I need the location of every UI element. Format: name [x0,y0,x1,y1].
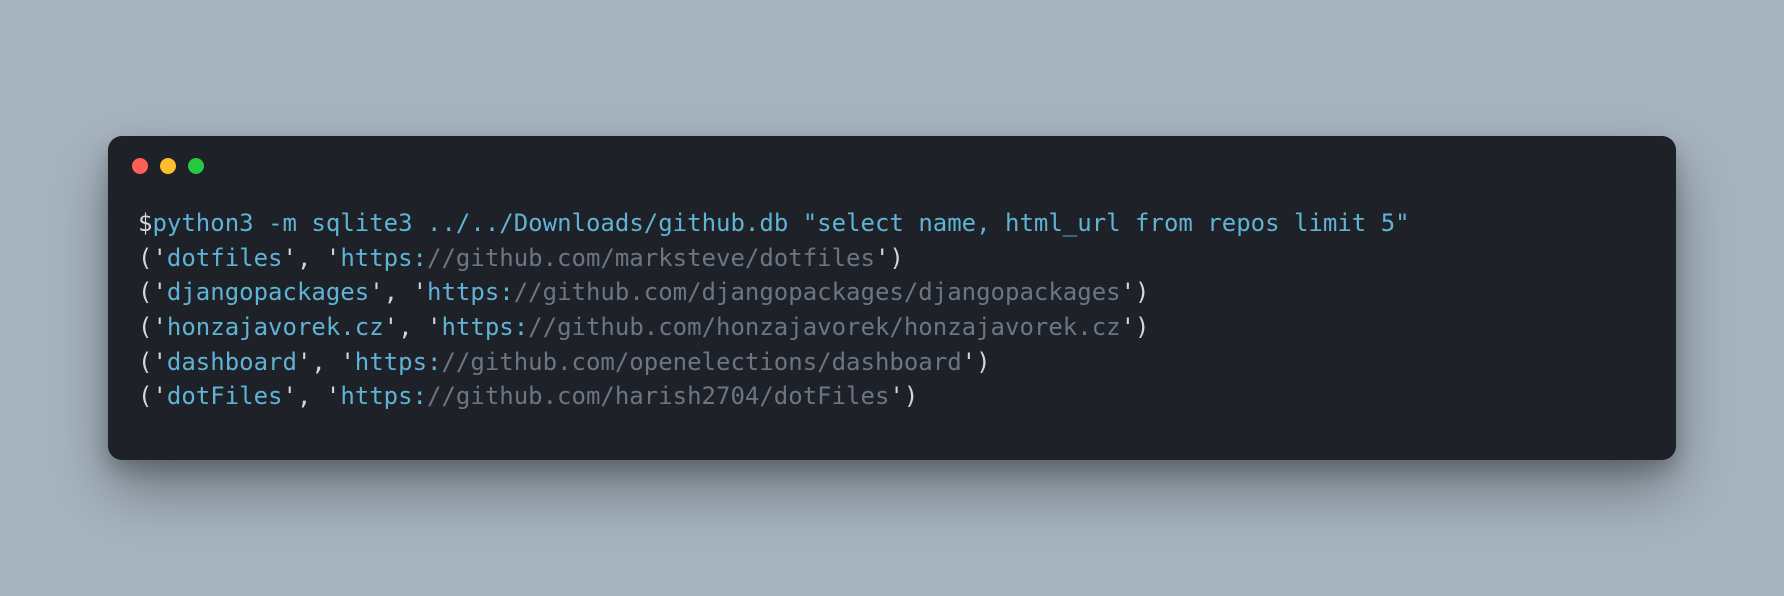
zoom-icon[interactable] [188,158,204,174]
minimize-icon[interactable] [160,158,176,174]
quote: ' [1121,278,1135,306]
url-scheme: https: [340,244,427,272]
comma: , [297,244,326,272]
url-scheme: https: [355,348,442,376]
url-scheme: https: [441,313,528,341]
close-paren: ) [904,382,918,410]
sql-query: "select name, html_url from repos limit … [803,209,1410,237]
quote: ' [326,244,340,272]
close-paren: ) [976,348,990,376]
output-row: ('dotfiles', 'https://github.com/markste… [138,241,1646,276]
quote: ' [297,348,311,376]
output-row: ('dotFiles', 'https://github.com/harish2… [138,379,1646,414]
open-paren: ( [138,278,152,306]
close-paren: ) [1135,313,1149,341]
output-row: ('dashboard', 'https://github.com/openel… [138,345,1646,380]
url-path: //github.com/djangopackages/djangopackag… [514,278,1121,306]
url-path: //github.com/marksteve/dotfiles [427,244,875,272]
quote: ' [1121,313,1135,341]
quote: ' [413,278,427,306]
quote: ' [152,313,166,341]
quote: ' [326,382,340,410]
output-row: ('honzajavorek.cz', 'https://github.com/… [138,310,1646,345]
quote: ' [889,382,903,410]
command-flag: -m [268,209,297,237]
open-paren: ( [138,244,152,272]
quote: ' [340,348,354,376]
repo-name: djangopackages [167,278,369,306]
repo-name: dotFiles [167,382,283,410]
prompt-symbol: $ [138,209,152,237]
quote: ' [283,244,297,272]
open-paren: ( [138,382,152,410]
open-paren: ( [138,313,152,341]
url-path: //github.com/openelections/dashboard [441,348,961,376]
quote: ' [152,382,166,410]
repo-name: dotfiles [167,244,283,272]
url-path: //github.com/harish2704/dotFiles [427,382,889,410]
quote: ' [875,244,889,272]
quote: ' [152,278,166,306]
close-paren: ) [1135,278,1149,306]
close-paren: ) [889,244,903,272]
url-scheme: https: [340,382,427,410]
command-name: python3 [152,209,253,237]
comma: , [384,278,413,306]
quote: ' [384,313,398,341]
url-scheme: https: [427,278,514,306]
close-icon[interactable] [132,158,148,174]
quote: ' [283,382,297,410]
quote: ' [152,348,166,376]
quote: ' [152,244,166,272]
command-module: sqlite3 [311,209,412,237]
command-line: $python3 -m sqlite3 ../../Downloads/gith… [138,206,1646,241]
quote: ' [369,278,383,306]
comma: , [311,348,340,376]
output-row: ('djangopackages', 'https://github.com/d… [138,275,1646,310]
comma: , [297,382,326,410]
quote: ' [962,348,976,376]
open-paren: ( [138,348,152,376]
quote: ' [427,313,441,341]
terminal-output[interactable]: $python3 -m sqlite3 ../../Downloads/gith… [108,174,1676,431]
db-path: ../../Downloads/github.db [427,209,788,237]
url-path: //github.com/honzajavorek/honzajavorek.c… [528,313,1120,341]
window-titlebar [108,136,1676,174]
terminal-window: $python3 -m sqlite3 ../../Downloads/gith… [108,136,1676,459]
repo-name: honzajavorek.cz [167,313,384,341]
comma: , [398,313,427,341]
repo-name: dashboard [167,348,297,376]
